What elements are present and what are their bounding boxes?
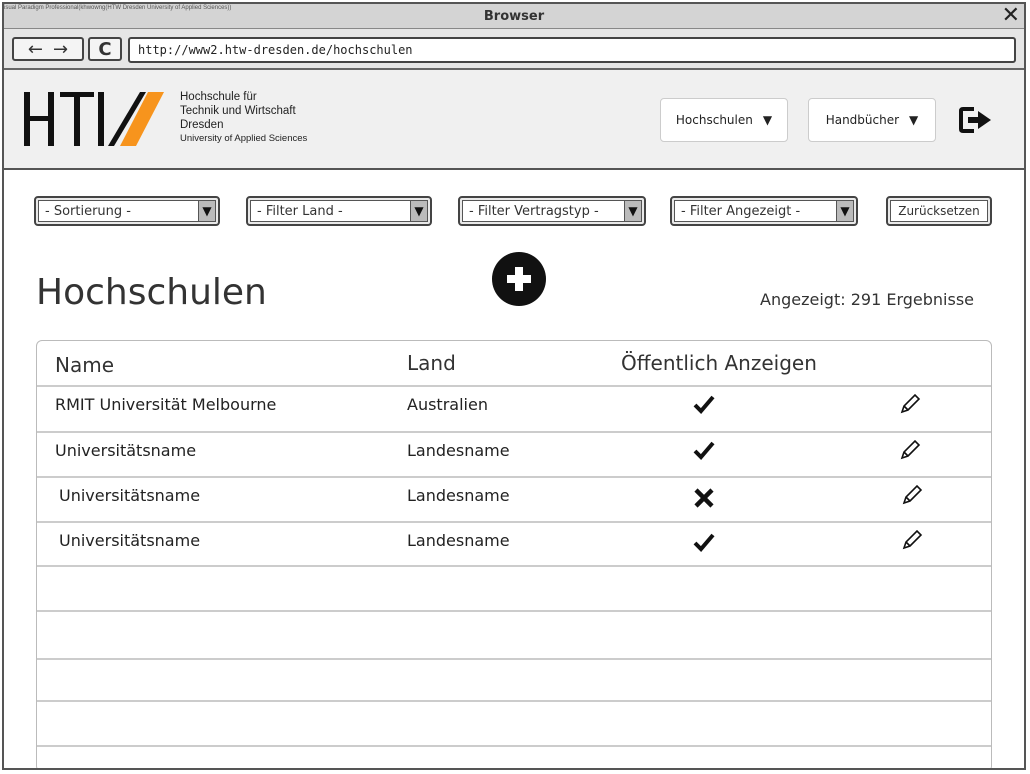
result-count: Angezeigt: 291 Ergebnisse [760,290,974,309]
logout-icon[interactable] [958,106,994,134]
displayed-filter-select[interactable]: - Filter Angezeigt - ▼ [670,196,858,226]
checkmark-icon[interactable] [693,393,715,415]
row-country: Landesname [407,441,510,460]
chevron-down-icon: ▼ [836,201,853,221]
empty-table-row [37,610,991,658]
table-row: Universitätsname Landesname [37,521,991,567]
edit-pencil-icon[interactable] [901,529,923,551]
chevron-down-icon: ▼ [410,201,427,221]
handbuecher-menu[interactable]: Handbücher ▼ [808,98,936,142]
country-filter-select[interactable]: - Filter Land - ▼ [246,196,432,226]
cross-icon[interactable] [693,487,715,509]
edit-pencil-icon[interactable] [899,393,921,415]
handbuecher-menu-label: Handbücher [825,113,900,127]
reload-button[interactable]: C [88,37,122,61]
university-name: Hochschule für Technik und Wirtschaft Dr… [180,91,308,144]
empty-table-row [37,745,991,768]
empty-table-row [37,700,991,746]
sort-select[interactable]: - Sortierung - ▼ [34,196,220,226]
chevron-down-icon: ▼ [624,201,641,221]
checkmark-icon[interactable] [693,531,715,553]
row-country: Landesname [407,486,510,505]
close-icon[interactable]: ✕ [1002,4,1020,28]
chevron-down-icon: ▼ [198,201,215,221]
window-title: Browser [483,9,545,24]
site-header: Hochschule für Technik und Wirtschaft Dr… [4,70,1024,170]
table-row: RMIT Universität Melbourne Australien [37,385,991,431]
htw-logo[interactable] [24,90,164,148]
edit-pencil-icon[interactable] [899,439,921,461]
row-name: Universitätsname [59,486,201,505]
row-name: Universitätsname [55,441,197,460]
table-row: Universitätsname Landesname [37,476,991,522]
contract-type-filter-select[interactable]: - Filter Vertragstyp - ▼ [458,196,646,226]
navigation-bar: ← → C http://www2.htw-dresden.de/hochsch… [4,29,1024,70]
forward-button[interactable]: → [53,39,68,60]
checkmark-icon[interactable] [693,439,715,461]
back-forward-group: ← → [12,37,84,61]
empty-table-row [37,658,991,700]
reload-icon: C [98,38,112,60]
browser-window: isual Paradigm Professional(khwowng(HTW … [2,2,1026,770]
add-university-button[interactable] [492,252,546,306]
hochschulen-menu-label: Hochschulen [675,113,753,127]
table-row: Universitätsname Landesname [37,431,991,477]
universities-table: Name Land Öffentlich Anzeigen RMIT Unive… [36,340,992,768]
page-title: Hochschulen [36,272,267,313]
chevron-down-icon: ▼ [909,113,919,127]
plus-icon [507,267,531,291]
column-header-public: Öffentlich Anzeigen [621,351,817,375]
row-name: RMIT Universität Melbourne [55,395,277,414]
title-bar: isual Paradigm Professional(khwowng(HTW … [4,4,1024,29]
column-header-name: Name [55,353,115,377]
row-country: Landesname [407,531,510,550]
hochschulen-menu[interactable]: Hochschulen ▼ [660,98,788,142]
address-bar[interactable]: http://www2.htw-dresden.de/hochschulen [128,37,1016,63]
empty-table-row [37,565,991,611]
edit-pencil-icon[interactable] [901,484,923,506]
column-header-country: Land [407,351,456,375]
back-button[interactable]: ← [28,39,43,60]
reset-button[interactable]: Zurücksetzen [886,196,992,226]
row-name: Universitätsname [59,531,201,550]
row-country: Australien [407,395,488,414]
chevron-down-icon: ▼ [762,113,773,127]
